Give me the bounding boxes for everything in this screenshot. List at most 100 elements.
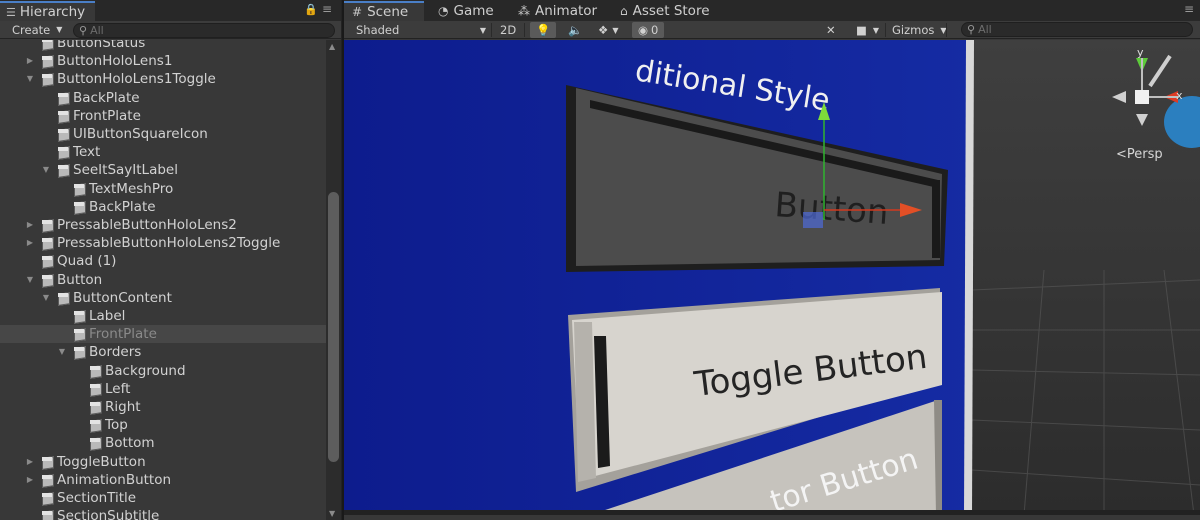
hierarchy-scrollbar[interactable]: ▲ ▼ <box>326 40 341 520</box>
hierarchy-row-label: TextMeshPro <box>89 180 174 197</box>
hierarchy-row[interactable]: ▶ ToggleButton <box>0 453 326 471</box>
hierarchy-row-label: Button <box>57 271 103 288</box>
scene-toolbar: Shaded ▼ 2D 💡 🔈 ❖ ▼ ◉ 0 ✕ ■ ▼ Gizmos ▼ ⚲… <box>344 21 1200 39</box>
scroll-down-icon[interactable]: ▼ <box>329 509 335 518</box>
hierarchy-row-label: ButtonStatus <box>57 40 146 51</box>
lighting-toggle[interactable]: 💡 <box>530 22 557 38</box>
toolbar-separator <box>885 23 886 37</box>
hierarchy-row[interactable]: Text <box>0 143 326 161</box>
hierarchy-row[interactable]: ▶ PressableButtonHoloLens2 <box>0 216 326 234</box>
gameobject-cube-icon <box>57 292 69 304</box>
gameobject-cube-icon <box>73 346 85 358</box>
tab-asset-store[interactable]: ⌂ Asset Store <box>612 1 724 21</box>
expand-right-icon[interactable]: ▶ <box>25 56 35 65</box>
mode-2d-label: 2D <box>500 23 517 37</box>
gameobject-cube-icon <box>57 146 69 158</box>
tab-hierarchy[interactable]: ☰ Hierarchy <box>0 1 95 21</box>
hierarchy-row[interactable]: SectionTitle <box>0 489 326 507</box>
hierarchy-search-input[interactable]: ⚲ All <box>73 23 335 38</box>
gameobject-cube-icon <box>41 510 53 520</box>
hierarchy-row[interactable]: BackPlate <box>0 198 326 216</box>
create-dropdown[interactable]: Create ▼ <box>6 22 68 38</box>
tab-scene-label: Scene <box>367 4 409 20</box>
hierarchy-row[interactable]: Bottom <box>0 434 326 452</box>
hierarchy-row[interactable]: Right <box>0 398 326 416</box>
scene-search-input[interactable]: ⚲ All <box>961 22 1193 37</box>
panel-menu-icon[interactable]: ≡ <box>1184 2 1194 16</box>
gameobject-cube-icon <box>89 383 101 395</box>
list-icon: ☰ <box>6 5 16 19</box>
gizmo-center-cube[interactable] <box>1135 90 1149 104</box>
hierarchy-row-label: Label <box>89 308 126 324</box>
expand-down-icon[interactable]: ▼ <box>25 275 35 284</box>
grid-icon: # <box>352 5 363 19</box>
scene-viewport[interactable]: ditional Style Button Toggle Button tor … <box>344 40 1200 515</box>
expand-right-icon[interactable]: ▶ <box>25 220 35 229</box>
hierarchy-row-label: Top <box>105 417 128 434</box>
hidden-count: 0 <box>651 23 659 37</box>
shading-mode-dropdown[interactable]: Shaded ▼ <box>356 22 486 38</box>
hierarchy-row[interactable]: Left <box>0 380 326 398</box>
hierarchy-row[interactable]: UIButtonSquareIcon <box>0 125 326 143</box>
hierarchy-row[interactable]: ▼ ButtonHoloLens1Toggle <box>0 70 326 88</box>
gizmos-dropdown[interactable]: Gizmos ▼ <box>892 22 947 38</box>
panel-menu-icon[interactable]: ≡ <box>322 2 332 16</box>
hierarchy-row[interactable]: Background <box>0 362 326 380</box>
hierarchy-row[interactable]: Top <box>0 416 326 434</box>
expand-right-icon[interactable]: ▶ <box>25 238 35 247</box>
tab-scene[interactable]: # Scene <box>344 1 424 21</box>
tools-toggle[interactable]: ✕ <box>826 22 836 38</box>
hierarchy-row[interactable]: TextMeshPro <box>0 180 326 198</box>
expand-right-icon[interactable]: ▶ <box>25 457 35 466</box>
expand-down-icon[interactable]: ▼ <box>41 165 51 174</box>
scrollbar-thumb[interactable] <box>328 192 339 462</box>
hierarchy-row[interactable]: ▼ Borders <box>0 343 326 361</box>
effects-icon: ❖ <box>598 23 609 37</box>
gameobject-cube-icon <box>41 73 53 85</box>
mode-2d-toggle[interactable]: 2D <box>500 22 516 38</box>
hierarchy-row[interactable]: ▼ ButtonContent <box>0 289 326 307</box>
store-icon: ⌂ <box>620 4 628 18</box>
shading-mode-label: Shaded <box>356 23 400 37</box>
expand-right-icon[interactable]: ▶ <box>25 475 35 484</box>
hierarchy-row[interactable]: Quad (1) <box>0 252 326 270</box>
lightbulb-icon: 💡 <box>536 23 551 37</box>
camera-dropdown[interactable]: ■ ▼ <box>856 22 879 38</box>
hierarchy-row-label: SectionTitle <box>57 490 137 506</box>
gameobject-cube-icon <box>73 183 85 195</box>
hierarchy-row[interactable]: Label <box>0 307 326 325</box>
tab-game[interactable]: ◔ Game <box>430 1 500 21</box>
hierarchy-row[interactable]: FrontPlate <box>0 325 326 344</box>
hierarchy-row[interactable]: ▶ AnimationButton <box>0 471 326 489</box>
hierarchy-row[interactable]: ▼ Button <box>0 271 326 289</box>
hierarchy-row-label: AnimationButton <box>57 471 172 488</box>
hierarchy-row-label: Right <box>105 399 141 415</box>
hierarchy-row[interactable]: ▼ SeeItSayItLabel <box>0 161 326 179</box>
gameobject-cube-icon <box>73 310 85 322</box>
hierarchy-row[interactable]: ▶ PressableButtonHoloLens2Toggle <box>0 234 326 252</box>
expand-down-icon[interactable]: ▼ <box>41 293 51 302</box>
lock-icon[interactable]: 🔒 <box>304 3 318 16</box>
tab-animator[interactable]: ⁂ Animator <box>510 1 606 21</box>
persp-label[interactable]: <Persp <box>1116 147 1163 162</box>
gizmo-plane-handle[interactable] <box>803 212 823 228</box>
hierarchy-row-label: SeeItSayItLabel <box>73 162 178 179</box>
hierarchy-row[interactable]: ButtonStatus <box>0 40 326 52</box>
hierarchy-row[interactable]: ▶ ButtonHoloLens1 <box>0 52 326 70</box>
effects-dropdown[interactable]: ❖ ▼ <box>598 22 618 38</box>
persp-arrow-icon: < <box>1116 147 1127 162</box>
hierarchy-row-label: PressableButtonHoloLens2 <box>57 217 237 233</box>
hierarchy-row[interactable]: SectionSubtitle <box>0 507 326 520</box>
hierarchy-row-label: ButtonHoloLens1 <box>57 53 173 70</box>
scene-hscroll[interactable] <box>344 510 1200 515</box>
hierarchy-row-label: FrontPlate <box>73 107 141 124</box>
hierarchy-row[interactable]: BackPlate <box>0 89 326 107</box>
expand-down-icon[interactable]: ▼ <box>25 74 35 83</box>
hierarchy-row-label: Left <box>105 380 131 397</box>
scroll-up-icon[interactable]: ▲ <box>329 42 335 51</box>
gameobject-cube-icon <box>41 274 53 286</box>
audio-toggle[interactable]: 🔈 <box>568 22 582 38</box>
hierarchy-row[interactable]: FrontPlate <box>0 107 326 125</box>
hidden-objects-toggle[interactable]: ◉ 0 <box>632 22 665 38</box>
expand-down-icon[interactable]: ▼ <box>57 347 67 356</box>
